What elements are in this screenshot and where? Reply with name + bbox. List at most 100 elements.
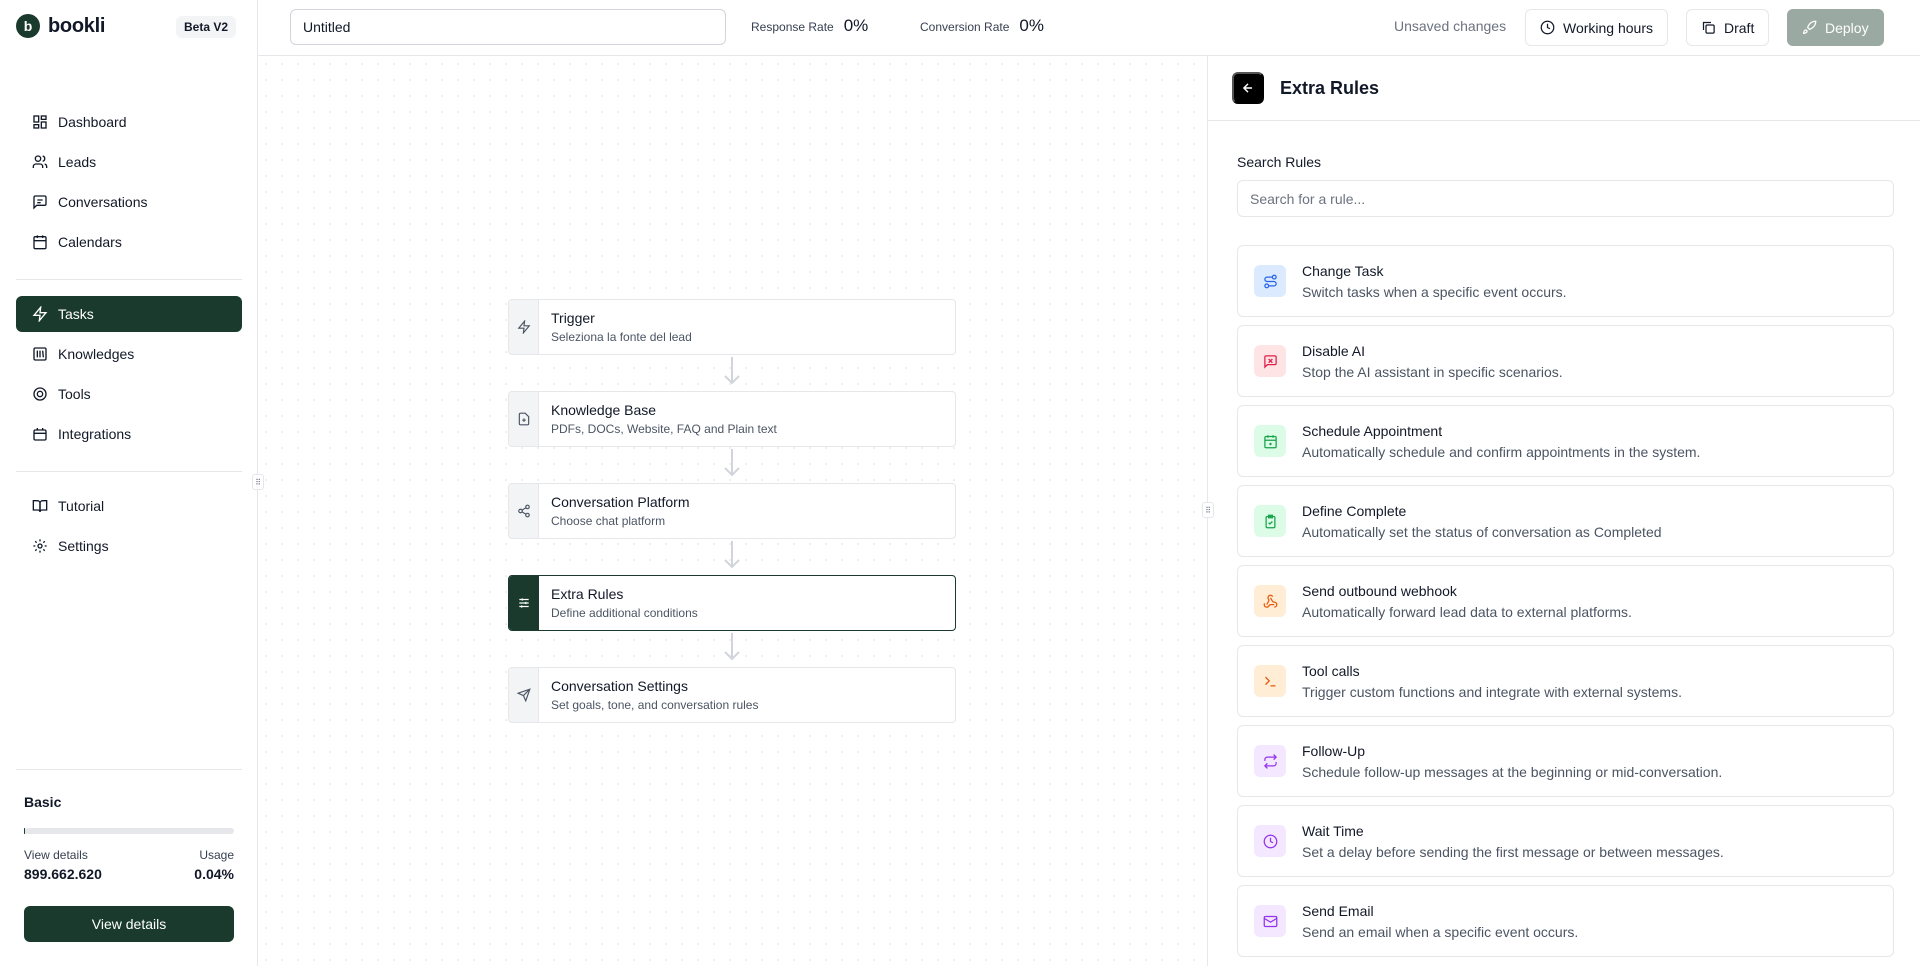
flow-node-conversation-settings[interactable]: Conversation Settings Set goals, tone, an… — [508, 667, 956, 723]
sidebar-item-tasks[interactable]: Tasks — [16, 296, 242, 332]
node-title: Knowledge Base — [551, 402, 657, 418]
rule-item-wait-time[interactable]: Wait Time Set a delay before sending the … — [1237, 805, 1894, 877]
sidebar-item-conversations[interactable]: Conversations — [16, 184, 242, 220]
flow-node-extra-rules[interactable]: Extra Rules Define additional conditions — [508, 575, 956, 631]
usage-progress-bar — [24, 828, 234, 834]
nav-group-work: Tasks Knowledges Tools Integrations — [16, 296, 242, 456]
webhook-icon — [1263, 594, 1277, 608]
sidebar-item-tools[interactable]: Tools — [16, 376, 242, 412]
task-title-input[interactable] — [290, 9, 726, 45]
working-hours-button[interactable]: Working hours — [1525, 9, 1669, 46]
dashboard-icon — [33, 115, 47, 129]
flow-node-trigger[interactable]: Trigger Seleziona la fonte del lead — [508, 299, 956, 355]
conversion-rate-label: Conversion Rate — [920, 20, 1010, 34]
users-icon — [32, 155, 48, 168]
rocket-icon — [1802, 20, 1817, 35]
brand-logo: b — [16, 14, 40, 38]
flow-node-knowledge-base[interactable]: Knowledge Base PDFs, DOCs, Website, FAQ a… — [508, 391, 956, 447]
rule-item-follow-up[interactable]: Follow-Up Schedule follow-up messages at … — [1237, 725, 1894, 797]
back-button[interactable] — [1232, 72, 1264, 104]
sidebar-divider — [16, 471, 242, 472]
search-rules-input[interactable] — [1237, 180, 1894, 217]
search-label: Search Rules — [1237, 154, 1322, 170]
rule-description: Automatically schedule and confirm appoi… — [1302, 443, 1701, 460]
rule-title: Tool calls — [1302, 662, 1360, 679]
sidebar-item-integrations[interactable]: Integrations — [16, 416, 242, 452]
flow-connector-arrow — [724, 541, 740, 569]
rule-icon-box — [1254, 425, 1286, 457]
sidebar-item-tutorial[interactable]: Tutorial — [16, 488, 242, 524]
draft-button[interactable]: Draft — [1686, 9, 1770, 46]
brand-name: bookli — [48, 14, 106, 37]
rule-item-change-task[interactable]: Change Task Switch tasks when a specific … — [1237, 245, 1894, 317]
node-title: Conversation Platform — [551, 494, 690, 510]
arrow-left-icon — [1242, 83, 1253, 93]
clipboard-check-icon — [1265, 514, 1275, 528]
message-off-icon — [1263, 354, 1277, 369]
rule-icon-box — [1254, 585, 1286, 617]
rule-item-tool-calls[interactable]: Tool calls Trigger custom functions and i… — [1237, 645, 1894, 717]
sidebar-divider — [16, 769, 242, 770]
flow-connector-arrow — [724, 357, 740, 385]
flow-connector-arrow — [724, 449, 740, 477]
sidebar-item-calendars[interactable]: Calendars — [16, 224, 242, 260]
share-icon — [517, 504, 530, 518]
plan-name: Basic — [24, 794, 62, 810]
repeat-icon — [1263, 753, 1277, 769]
flow-node-conversation-platform[interactable]: Conversation Platform Choose chat platfor… — [508, 483, 956, 539]
conversion-rate: Conversion Rate 0% — [920, 16, 1044, 36]
version-badge: Beta V2 — [176, 16, 237, 38]
rule-item-schedule-appointment[interactable]: Schedule Appointment Automatically schedu… — [1237, 405, 1894, 477]
sidebar-item-leads[interactable]: Leads — [16, 144, 242, 180]
integrations-icon — [33, 428, 47, 441]
file-icon — [518, 412, 529, 426]
node-title: Trigger — [551, 310, 595, 326]
tool-icon — [33, 387, 47, 401]
response-rate-label: Response Rate — [751, 20, 834, 34]
sliders-icon — [518, 598, 529, 608]
terminal-icon — [1264, 676, 1275, 686]
rule-description: Switch tasks when a specific event occur… — [1302, 283, 1567, 300]
rule-title: Follow-Up — [1302, 742, 1366, 759]
sidebar-item-knowledges[interactable]: Knowledges — [16, 336, 242, 372]
sidebar-item-settings[interactable]: Settings — [16, 528, 242, 564]
rule-description: Automatically set the status of conversa… — [1302, 523, 1662, 540]
flow-connector-arrow — [724, 633, 740, 661]
rule-item-disable-ai[interactable]: Disable AI Stop the AI assistant in speci… — [1237, 325, 1894, 397]
brand[interactable]: b bookli — [16, 14, 105, 38]
sidebar-item-label: Calendars — [58, 234, 122, 250]
message-icon — [33, 195, 47, 210]
sidebar-item-label: Settings — [58, 538, 109, 554]
rule-title: Change Task — [1302, 262, 1384, 279]
sidebar-item-label: Tutorial — [58, 498, 105, 514]
rule-item-define-complete[interactable]: Define Complete Automatically set the sta… — [1237, 485, 1894, 557]
panel-header: Extra Rules — [1208, 56, 1920, 121]
sidebar-item-label: Dashboard — [58, 114, 127, 130]
node-subtitle: PDFs, DOCs, Website, FAQ and Plain text — [551, 422, 777, 436]
rule-icon-box — [1254, 745, 1286, 777]
rule-item-send-email[interactable]: Send Email Send an email when a specific … — [1237, 885, 1894, 957]
flow-canvas[interactable]: Trigger Seleziona la fonte del lead Knowl… — [258, 56, 1207, 966]
settings-icon — [33, 539, 47, 553]
panel-resize-handle[interactable]: ⠿ — [1202, 502, 1214, 518]
working-hours-label: Working hours — [1563, 19, 1654, 36]
rule-description: Schedule follow-up messages at the begin… — [1302, 763, 1723, 780]
sidebar-item-dashboard[interactable]: Dashboard — [16, 104, 242, 140]
sidebar-resize-handle[interactable]: ⠿ — [252, 474, 264, 490]
rule-title: Send outbound webhook — [1302, 582, 1457, 599]
rule-item-send-outbound-webhook[interactable]: Send outbound webhook Automatically forwa… — [1237, 565, 1894, 637]
response-rate-value: 0% — [843, 16, 869, 35]
plan-usage-value: 0.04% — [194, 866, 234, 882]
node-subtitle: Define additional conditions — [551, 606, 698, 620]
zap-icon — [32, 306, 48, 322]
top-bar: Response Rate 0% Conversion Rate 0% Unsa… — [258, 0, 1920, 56]
rule-icon-box — [1254, 665, 1286, 697]
view-details-button[interactable]: View details — [24, 906, 234, 942]
rules-list: Change Task Switch tasks when a specific … — [1237, 245, 1894, 965]
extra-rules-panel: Extra Rules Search Rules Change Task Swit… — [1207, 56, 1920, 966]
node-subtitle: Seleziona la fonte del lead — [551, 330, 692, 344]
deploy-button[interactable]: Deploy — [1787, 9, 1884, 46]
sidebar-item-label: Leads — [58, 154, 97, 170]
node-title: Extra Rules — [551, 586, 624, 602]
route-icon — [1263, 274, 1277, 288]
